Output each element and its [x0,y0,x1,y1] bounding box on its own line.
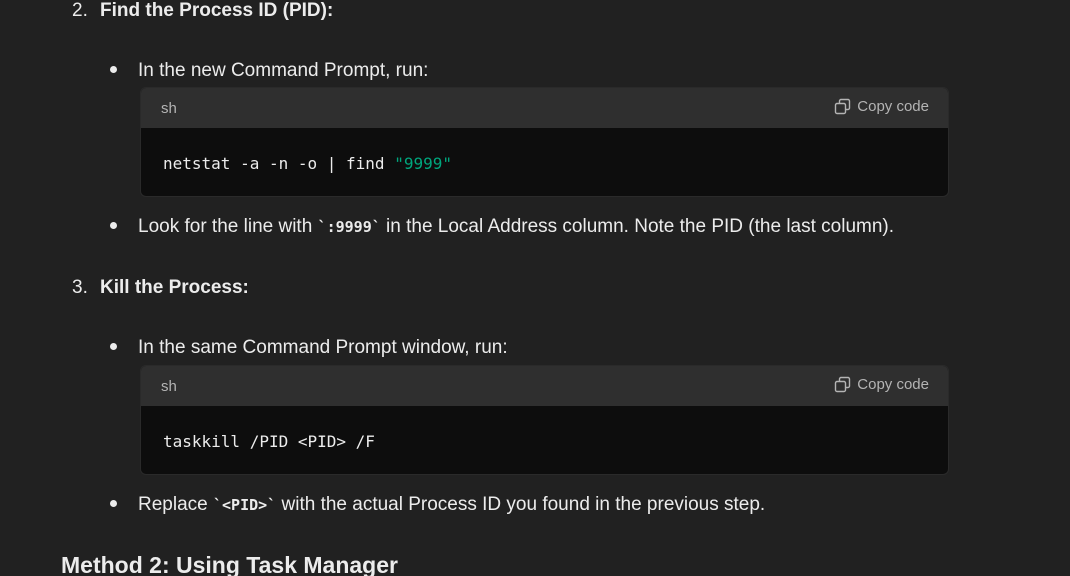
copy-code-label: Copy code [857,98,929,115]
copy-icon [834,376,851,393]
code-block: sh Copy code taskkill /PID <PID> /F [140,365,949,475]
step-2-heading: 2. Find the Process ID (PID): [72,0,333,23]
bullet-text-after: with the actual Process ID you found in … [276,494,766,515]
bullet-text-before: Look for the line with [138,216,318,237]
step-title: Kill the Process: [100,277,249,298]
code-plain: netstat -a -n -o | find [163,154,395,173]
bullet-text: In the same Command Prompt window, run: [138,337,508,358]
code-language-label: sh [161,378,177,395]
bullet-text: In the new Command Prompt, run: [138,60,429,81]
inline-code: `:9999` [317,218,381,236]
copy-code-button[interactable]: Copy code [834,376,929,393]
step-number: 2. [72,0,88,21]
copy-code-label: Copy code [857,376,929,393]
bullet-dot-icon [110,65,117,73]
step-title: Find the Process ID (PID): [100,0,334,21]
bullet-text-after: in the Local Address column. Note the PI… [380,216,895,237]
copy-icon [834,98,851,115]
step-3-heading: 3. Kill the Process: [72,276,249,300]
copy-code-button[interactable]: Copy code [834,98,929,115]
list-item: In the same Command Prompt window, run: [110,336,508,360]
step-number: 3. [72,277,88,298]
code-block-header: sh Copy code [141,366,948,406]
bullet-dot-icon [110,342,117,350]
code-block-header: sh Copy code [141,88,948,128]
code-plain: taskkill /PID <PID> /F [163,432,375,451]
code-language-label: sh [161,100,177,117]
list-item: In the new Command Prompt, run: [110,59,428,83]
code-content[interactable]: taskkill /PID <PID> /F [163,432,375,451]
list-item: Replace `<PID>` with the actual Process … [110,493,765,517]
bullet-dot-icon [110,499,117,507]
section-heading: Method 2: Using Task Manager [61,552,398,576]
inline-code: `<PID>` [213,496,277,514]
code-content[interactable]: netstat -a -n -o | find "9999" [163,154,452,173]
bullet-text-before: Replace [138,494,213,515]
code-string-token: "9999" [394,154,452,173]
bullet-dot-icon [110,221,117,229]
code-block: sh Copy code netstat -a -n -o | find "99… [140,87,949,197]
list-item: Look for the line with `:9999` in the Lo… [110,215,894,239]
